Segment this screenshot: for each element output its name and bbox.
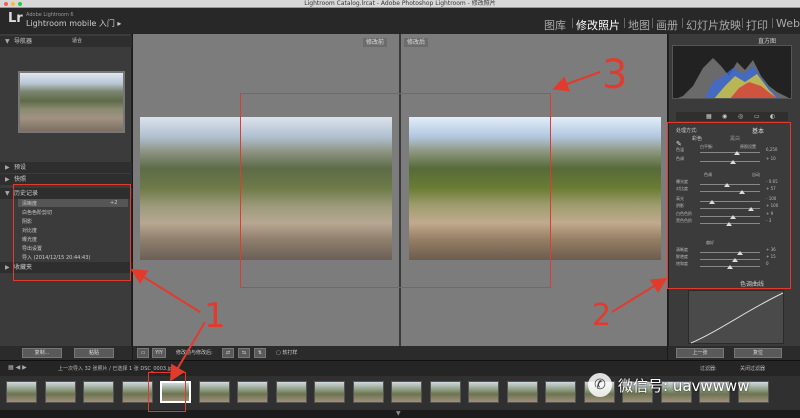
- annotation-arrows: [130, 71, 668, 382]
- watermark-text: 微信号: uavwwww: [618, 377, 750, 395]
- annotation-number-3: 3: [602, 52, 628, 98]
- annotation-number-1: 1: [204, 296, 226, 336]
- wechat-icon: ✆: [588, 373, 612, 397]
- wechat-watermark: ✆ 微信号: uavwwww: [588, 372, 793, 398]
- annotation-number-2: 2: [592, 298, 612, 333]
